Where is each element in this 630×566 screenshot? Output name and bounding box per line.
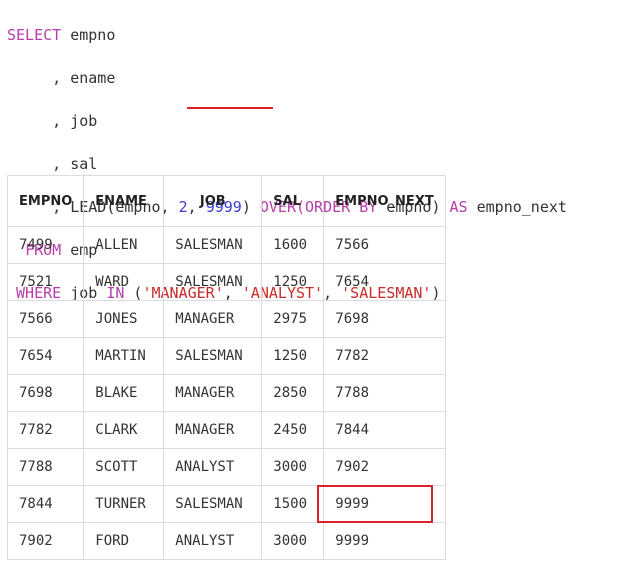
cell-job: SALESMAN: [163, 226, 263, 264]
cell-empno: 7788: [6, 448, 85, 486]
cell-sal: 1600: [261, 226, 325, 264]
cell-job: SALESMAN: [163, 337, 263, 375]
column-job: job: [70, 111, 98, 130]
column-sal: sal: [70, 154, 98, 173]
cell-empno-next: 7902: [323, 448, 446, 486]
sql-line-sal: , sal: [7, 154, 567, 176]
cell-empno: 7902: [6, 522, 85, 560]
table-row: 7654 MARTIN SALESMAN 1250 7782: [6, 337, 446, 375]
highlight-box: [317, 485, 433, 523]
cell-job: ANALYST: [163, 522, 263, 560]
header-job: JOB: [163, 175, 263, 227]
cell-sal: 3000: [261, 522, 325, 560]
header-sal: SAL: [261, 175, 325, 227]
cell-sal: 2850: [261, 374, 325, 412]
cell-empno-next: 7566: [323, 226, 446, 264]
comma: ,: [52, 154, 62, 173]
cell-empno: 7698: [6, 374, 85, 412]
cell-job: MANAGER: [163, 374, 263, 412]
cell-empno-next: 7654: [323, 263, 446, 301]
sql-line-select: SELECT empno: [7, 25, 567, 47]
header-empno: EMPNO: [6, 175, 85, 227]
column-ename: ename: [70, 68, 116, 87]
table-row: 7566 JONES MANAGER 2975 7698: [6, 300, 446, 338]
cell-ename: ALLEN: [83, 226, 165, 264]
cell-sal: 3000: [261, 448, 325, 486]
cell-empno-next: 7844: [323, 411, 446, 449]
cell-empno-next: 7782: [323, 337, 446, 375]
cell-ename: SCOTT: [83, 448, 165, 486]
cell-empno: 7654: [6, 337, 85, 375]
select-keyword: SELECT: [7, 25, 62, 44]
cell-ename: CLARK: [83, 411, 165, 449]
as-keyword: AS: [449, 197, 468, 216]
header-row: EMPNO ENAME JOB SAL EMPNO_NEXT: [6, 175, 446, 227]
cell-ename: WARD: [83, 263, 165, 301]
cell-job: ANALYST: [163, 448, 263, 486]
cell-empno: 7844: [6, 485, 85, 523]
sql-line-job: , job: [7, 111, 567, 133]
cell-job: SALESMAN: [163, 485, 263, 523]
cell-ename: BLAKE: [83, 374, 165, 412]
cell-job: MANAGER: [163, 300, 263, 338]
cell-empno-next: 9999: [323, 522, 446, 560]
cell-sal: 2975: [261, 300, 325, 338]
cell-job: MANAGER: [163, 411, 263, 449]
table-row: 7521 WARD SALESMAN 1250 7654: [6, 263, 446, 301]
table-row: 7788 SCOTT ANALYST 3000 7902: [6, 448, 446, 486]
cell-empno: 7499: [6, 226, 85, 264]
table-row: 7499 ALLEN SALESMAN 1600 7566: [6, 226, 446, 264]
lead-args-underline: [187, 107, 273, 109]
cell-empno: 7782: [6, 411, 85, 449]
cell-empno: 7521: [6, 263, 85, 301]
cell-empno: 7566: [6, 300, 85, 338]
comma: ,: [52, 68, 62, 87]
header-ename: ENAME: [83, 175, 165, 227]
cell-ename: TURNER: [83, 485, 165, 523]
table-row: 7782 CLARK MANAGER 2450 7844: [6, 411, 446, 449]
table-row: 7698 BLAKE MANAGER 2850 7788: [6, 374, 446, 412]
header-empno-next: EMPNO_NEXT: [323, 175, 446, 227]
cell-ename: JONES: [83, 300, 165, 338]
cell-empno-next: 7698: [323, 300, 446, 338]
column-empno: empno: [70, 25, 116, 44]
column-alias: empno_next: [467, 197, 567, 216]
sql-line-ename: , ename: [7, 68, 567, 90]
cell-ename: MARTIN: [83, 337, 165, 375]
comma: ,: [52, 111, 62, 130]
cell-sal: 1250: [261, 263, 325, 301]
cell-empno-next: 7788: [323, 374, 446, 412]
table-row: 7902 FORD ANALYST 3000 9999: [6, 522, 446, 560]
cell-sal: 2450: [261, 411, 325, 449]
cell-ename: FORD: [83, 522, 165, 560]
cell-job: SALESMAN: [163, 263, 263, 301]
cell-sal: 1500: [261, 485, 325, 523]
cell-sal: 1250: [261, 337, 325, 375]
